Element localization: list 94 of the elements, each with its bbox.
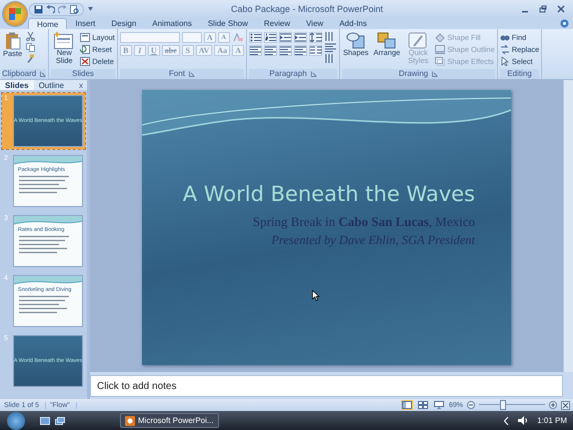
ribbon-tab[interactable]: Animations (144, 18, 200, 29)
linespace-button[interactable] (309, 32, 322, 43)
quick-styles-icon (408, 32, 428, 49)
indent-button[interactable] (279, 32, 292, 43)
group-label: Paragraph (269, 69, 307, 79)
zoom-slider-thumb[interactable] (500, 400, 506, 410)
align-icon (250, 46, 262, 55)
restore-icon[interactable] (539, 5, 547, 13)
notes-field[interactable]: Click to add notes (90, 375, 563, 397)
fit-to-window-icon[interactable] (561, 400, 570, 410)
ribbon-tab[interactable]: Home (28, 18, 68, 29)
align-button[interactable] (279, 45, 292, 56)
dialog-launcher-icon[interactable] (432, 71, 438, 77)
zoom-out-icon[interactable] (467, 401, 475, 409)
windows-icon[interactable] (55, 416, 65, 424)
caret-icon[interactable] (88, 7, 93, 11)
scrollbar[interactable] (563, 80, 573, 372)
ribbon-tab[interactable]: Add-Ins (331, 18, 375, 29)
ribbon-tab[interactable]: View (298, 18, 332, 29)
office-button[interactable] (3, 2, 27, 26)
dialog-launcher-icon[interactable] (188, 71, 195, 77)
zoom-in-icon[interactable] (549, 401, 557, 409)
pane-tab[interactable]: Outline (34, 80, 69, 90)
ribbon-tab[interactable]: Insert (67, 18, 104, 29)
copy-icon[interactable] (26, 43, 36, 52)
slide-title: A World Beneath the Waves (182, 182, 475, 206)
app-icon (125, 416, 135, 426)
monitor-icon[interactable] (40, 416, 50, 424)
columns-icon (310, 46, 322, 55)
grid-icon (418, 401, 428, 409)
indent-icon (294, 33, 307, 42)
font-size-field[interactable] (182, 32, 202, 43)
speaker-icon[interactable] (518, 416, 528, 425)
numbering-icon (264, 33, 277, 42)
align-icon (294, 46, 307, 55)
undo-icon[interactable] (46, 4, 55, 14)
projector-icon (434, 401, 444, 409)
mouse-pointer-icon (312, 290, 320, 301)
start-button[interactable] (7, 412, 25, 430)
dialog-launcher-icon[interactable] (310, 71, 317, 77)
align-text-icon[interactable] (325, 43, 338, 52)
dialog-launcher-icon[interactable] (40, 71, 46, 77)
bullets-button[interactable] (249, 32, 262, 43)
reset-icon (80, 44, 90, 54)
replace-icon (500, 44, 510, 54)
view-button[interactable] (400, 400, 413, 410)
arrange-icon (376, 32, 397, 49)
indent-icon (280, 33, 292, 42)
align-icon (264, 46, 277, 55)
view-button[interactable] (432, 400, 445, 410)
chevron-icon[interactable] (504, 416, 510, 424)
office-logo-icon (8, 7, 22, 21)
close-pane-button[interactable]: x (79, 80, 83, 90)
taskbar-app-button[interactable]: Microsoft PowerPoi... (120, 413, 219, 428)
view-button[interactable] (416, 400, 429, 410)
numbering-button[interactable] (264, 32, 278, 43)
wave-drawing (14, 156, 82, 166)
clipboard-icon (4, 32, 21, 50)
ribbon-tab[interactable]: Review (256, 18, 298, 29)
shapes-icon (346, 32, 366, 49)
group-label: Slides (72, 69, 94, 79)
pane-tab[interactable]: Slides (0, 80, 34, 90)
line-spacing-icon (310, 33, 322, 42)
binoculars-icon (500, 32, 510, 42)
close-icon[interactable] (557, 5, 565, 13)
help-icon[interactable] (560, 19, 569, 28)
scissors-icon[interactable] (26, 32, 36, 41)
group-label: Clipboard (2, 69, 36, 79)
align-button[interactable] (294, 45, 308, 56)
new-slide-icon (54, 32, 74, 49)
window-title: Cabo Package - Microsoft PowerPoint (230, 4, 384, 14)
align-button[interactable] (264, 45, 278, 56)
wave-drawing (14, 276, 82, 286)
save-icon[interactable] (34, 4, 43, 14)
columns-button[interactable] (309, 45, 322, 56)
normal-view-icon (402, 401, 412, 409)
ribbon-tab[interactable]: Design (103, 18, 144, 29)
wave-drawing (14, 216, 82, 226)
group-label: Drawing (398, 69, 428, 79)
delete-icon (80, 56, 90, 66)
indent-button[interactable] (294, 32, 308, 43)
print-preview-icon[interactable] (70, 4, 79, 14)
layout-icon (80, 32, 90, 42)
group-label: Font (168, 69, 185, 79)
format-painter-icon[interactable] (26, 54, 36, 63)
outline-icon (435, 44, 446, 54)
pointer-icon (500, 56, 510, 66)
group-label: Editing (507, 69, 532, 79)
effects-icon (435, 56, 446, 66)
ribbon-tab[interactable]: Slide Show (200, 18, 256, 29)
align-button[interactable] (249, 45, 262, 56)
align-icon (280, 46, 292, 55)
bullets-icon (250, 33, 262, 42)
clock: 1:01 PM (537, 416, 567, 425)
